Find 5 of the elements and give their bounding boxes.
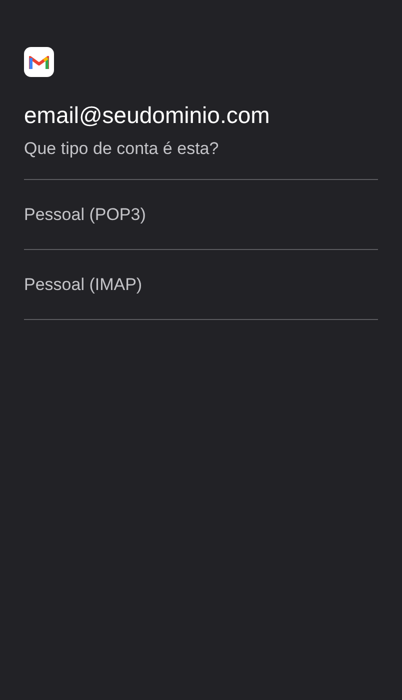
account-type-option[interactable]: Pessoal (POP3) — [24, 202, 146, 228]
mail-app-icon — [24, 47, 54, 77]
question-text: Que tipo de conta é esta? — [24, 138, 220, 160]
email-address: email@seudominio.com — [24, 101, 271, 130]
account-type-option[interactable]: Pessoal (IMAP) — [24, 272, 142, 298]
